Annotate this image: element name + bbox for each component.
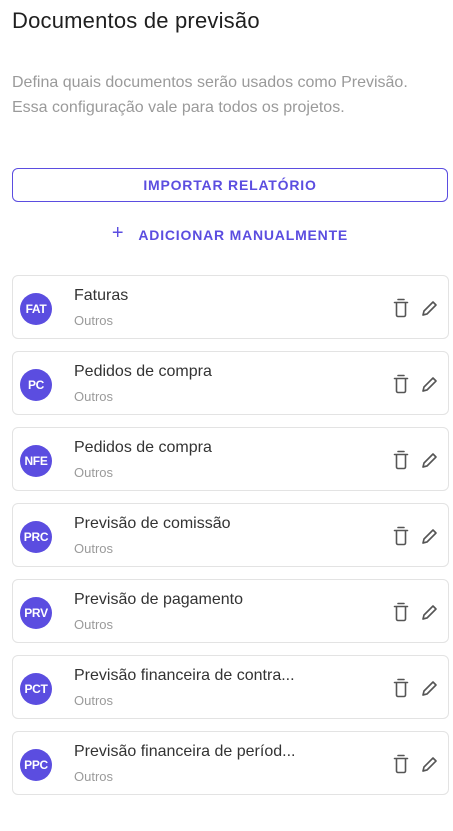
document-abbr: PPC: [24, 758, 48, 772]
trash-icon[interactable]: [392, 374, 410, 394]
document-actions: [392, 754, 438, 774]
pencil-icon[interactable]: [420, 754, 438, 774]
document-avatar: PRV: [20, 597, 52, 629]
document-category: Outros: [74, 313, 114, 328]
document-avatar: PPC: [20, 749, 52, 781]
pencil-icon[interactable]: [420, 602, 438, 622]
document-actions: [392, 298, 438, 318]
document-abbr: PC: [27, 378, 45, 392]
document-abbr: NFE: [24, 454, 48, 468]
forecast-documents-panel: Documentos de previsão Defina quais docu…: [0, 0, 453, 831]
document-abbr: PRC: [23, 530, 49, 544]
pencil-icon[interactable]: [420, 526, 438, 546]
pencil-icon[interactable]: [420, 298, 438, 318]
document-abbr: FAT: [25, 302, 47, 316]
document-name: Pedidos de compra: [74, 363, 212, 380]
page-description: Defina quais documentos serão usados com…: [12, 74, 408, 116]
document-category: Outros: [74, 617, 114, 632]
document-category: Outros: [74, 389, 114, 404]
pencil-icon[interactable]: [420, 678, 438, 698]
document-actions: [392, 526, 438, 546]
document-avatar: FAT: [20, 293, 52, 325]
document-name: Previsão financeira de contra...: [74, 667, 295, 684]
document-name: Pedidos de compra: [74, 439, 212, 456]
document-category: Outros: [74, 769, 114, 784]
document-card[interactable]: PRV Previsão de pagamento Outros: [12, 579, 449, 643]
document-card[interactable]: PCT Previsão financeira de contra... Out…: [12, 655, 449, 719]
document-avatar: NFE: [20, 445, 52, 477]
trash-icon[interactable]: [392, 450, 410, 470]
document-card[interactable]: PRC Previsão de comissão Outros: [12, 503, 449, 567]
document-list: FAT Faturas Outros PC Pedidos de compra …: [12, 275, 449, 807]
trash-icon[interactable]: [392, 678, 410, 698]
document-abbr: PCT: [24, 682, 48, 696]
pencil-icon[interactable]: [420, 374, 438, 394]
page-title: Documentos de previsão: [12, 8, 260, 33]
document-name: Previsão de pagamento: [74, 591, 243, 608]
document-avatar: PC: [20, 369, 52, 401]
document-category: Outros: [74, 465, 114, 480]
document-abbr: PRV: [24, 606, 48, 620]
document-name: Previsão financeira de períod...: [74, 743, 296, 760]
document-card[interactable]: PC Pedidos de compra Outros: [12, 351, 449, 415]
document-card[interactable]: FAT Faturas Outros: [12, 275, 449, 339]
trash-icon[interactable]: [392, 526, 410, 546]
add-manually-button[interactable]: + ADICIONAR MANUALMENTE: [12, 221, 448, 249]
document-name: Faturas: [74, 287, 129, 304]
document-avatar: PCT: [20, 673, 52, 705]
document-actions: [392, 374, 438, 394]
trash-icon[interactable]: [392, 754, 410, 774]
document-category: Outros: [74, 693, 114, 708]
plus-icon: +: [111, 222, 125, 244]
document-actions: [392, 450, 438, 470]
pencil-icon[interactable]: [420, 450, 438, 470]
add-manually-label: ADICIONAR MANUALMENTE: [138, 227, 349, 243]
document-card[interactable]: PPC Previsão financeira de períod... Out…: [12, 731, 449, 795]
document-actions: [392, 602, 438, 622]
trash-icon[interactable]: [392, 602, 410, 622]
import-report-button[interactable]: IMPORTAR RELATÓRIO: [12, 168, 448, 202]
document-actions: [392, 678, 438, 698]
document-avatar: PRC: [20, 521, 52, 553]
document-category: Outros: [74, 541, 114, 556]
document-name: Previsão de comissão: [74, 515, 231, 532]
import-report-label: IMPORTAR RELATÓRIO: [143, 177, 317, 193]
trash-icon[interactable]: [392, 298, 410, 318]
document-card[interactable]: NFE Pedidos de compra Outros: [12, 427, 449, 491]
